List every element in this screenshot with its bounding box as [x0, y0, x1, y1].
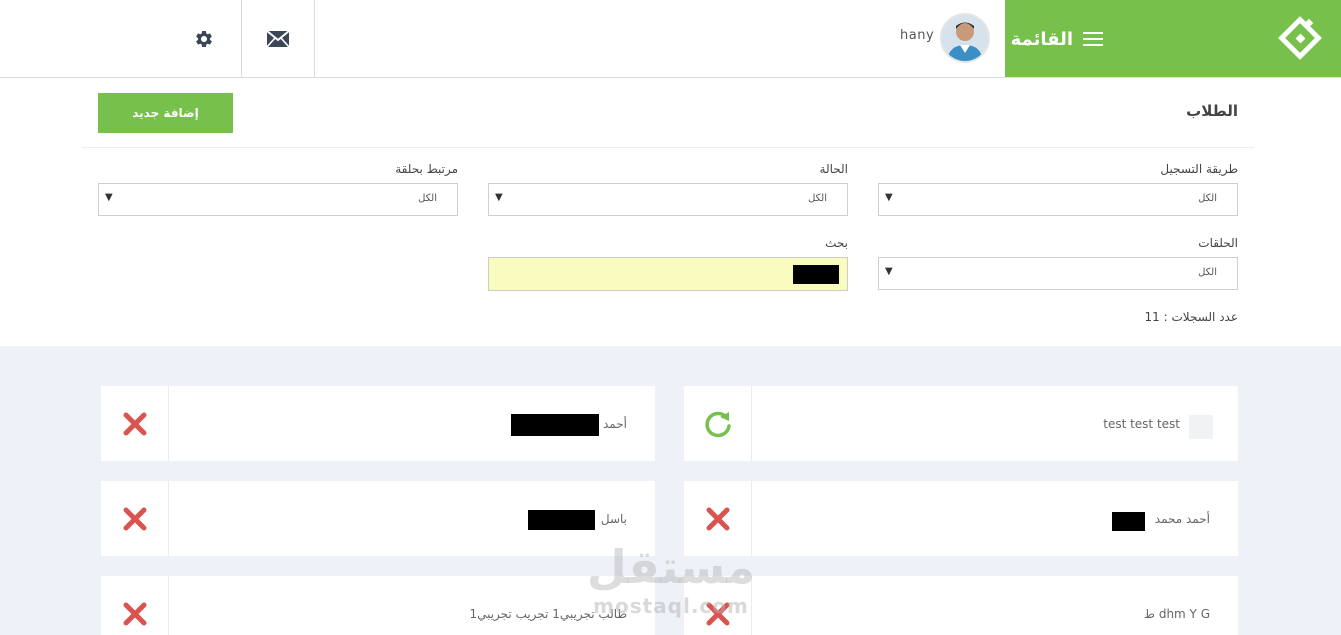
status-filter: الحالة الكل ▼ [488, 161, 848, 216]
student-card[interactable]: test test test [684, 386, 1238, 461]
redacted-text [511, 414, 599, 436]
avatar-image [942, 15, 988, 61]
student-card[interactable]: أحمد محمد [684, 481, 1238, 556]
student-name: طالب تجريبي1 تجريب تجريبي1 [469, 607, 627, 621]
delete-icon [706, 507, 729, 530]
logo-icon[interactable] [1276, 14, 1324, 62]
select-value: الكل [418, 193, 437, 204]
status-select[interactable]: الكل ▼ [488, 183, 848, 216]
student-card[interactable]: طالب تجريبي1 تجريب تجريبي1 [101, 576, 655, 635]
student-name: dhm Y G ط [1143, 607, 1210, 621]
hamburger-icon [1083, 32, 1103, 46]
refresh-icon [704, 411, 731, 437]
delete-icon [123, 602, 146, 625]
brand-bar: القائمة [1005, 0, 1341, 77]
app-root: hany القائمة الطلاب إضافة جديد طريقة الت… [0, 0, 1341, 635]
circles-select[interactable]: الكل ▼ [878, 257, 1238, 290]
delete-button[interactable] [101, 386, 169, 461]
search-filter: بحث [488, 235, 848, 291]
divider [82, 147, 1254, 148]
dropdown-caret-icon: ▼ [105, 192, 113, 203]
linked-circle-label: مرتبط بحلقة [395, 162, 458, 176]
menu-toggle-button[interactable]: القائمة [1011, 23, 1103, 55]
student-name: test test test [1103, 417, 1180, 431]
add-new-button[interactable]: إضافة جديد [98, 93, 233, 133]
student-name: باسل [600, 512, 627, 526]
page-title: الطلاب [1186, 102, 1238, 120]
registration-method-filter: طريقة التسجيل الكل ▼ [878, 161, 1238, 216]
redacted-text [793, 265, 839, 284]
circles-filter: الحلقات الكل ▼ [878, 235, 1238, 290]
dropdown-caret-icon: ▼ [495, 192, 503, 203]
redacted-text [528, 510, 595, 530]
delete-button[interactable] [684, 481, 752, 556]
dropdown-caret-icon: ▼ [885, 192, 893, 203]
restore-button[interactable] [684, 386, 752, 461]
select-value: الكل [808, 193, 827, 204]
dropdown-caret-icon: ▼ [885, 266, 893, 277]
delete-icon [123, 507, 146, 530]
redacted-text [1112, 512, 1145, 531]
avatar[interactable] [940, 13, 990, 63]
student-card[interactable]: باسل [101, 481, 655, 556]
envelope-icon [267, 30, 289, 47]
top-header: hany القائمة [0, 0, 1341, 78]
student-card[interactable]: أحمد [101, 386, 655, 461]
student-name: أحمد محمد [1154, 512, 1210, 526]
linked-circle-select[interactable]: الكل ▼ [98, 183, 458, 216]
delete-icon [123, 412, 146, 435]
student-card[interactable]: dhm Y G ط [684, 576, 1238, 635]
settings-button[interactable] [168, 0, 240, 77]
records-count: عدد السجلات : 11 [1144, 310, 1238, 324]
delete-icon [706, 602, 729, 625]
linked-circle-filter: مرتبط بحلقة الكل ▼ [98, 161, 458, 216]
students-list: test test test أحمد أحمد محمد باسل dhm Y… [0, 346, 1341, 635]
registration-method-label: طريقة التسجيل [1160, 162, 1238, 176]
registration-method-select[interactable]: الكل ▼ [878, 183, 1238, 216]
delete-button[interactable] [101, 481, 169, 556]
menu-label: القائمة [1010, 28, 1073, 50]
select-value: الكل [1198, 267, 1217, 278]
delete-button[interactable] [101, 576, 169, 635]
student-thumbnail [1189, 415, 1213, 439]
username[interactable]: hany [900, 28, 934, 43]
filter-panel: الطلاب إضافة جديد طريقة التسجيل الكل ▼ ا… [82, 78, 1254, 346]
search-box [488, 257, 848, 291]
select-value: الكل [1198, 193, 1217, 204]
gear-icon [196, 30, 212, 47]
student-name: أحمد [603, 417, 627, 431]
search-label: بحث [825, 236, 848, 250]
status-label: الحالة [819, 162, 848, 176]
circles-label: الحلقات [1198, 236, 1238, 250]
delete-button[interactable] [684, 576, 752, 635]
messages-button[interactable] [241, 0, 315, 77]
